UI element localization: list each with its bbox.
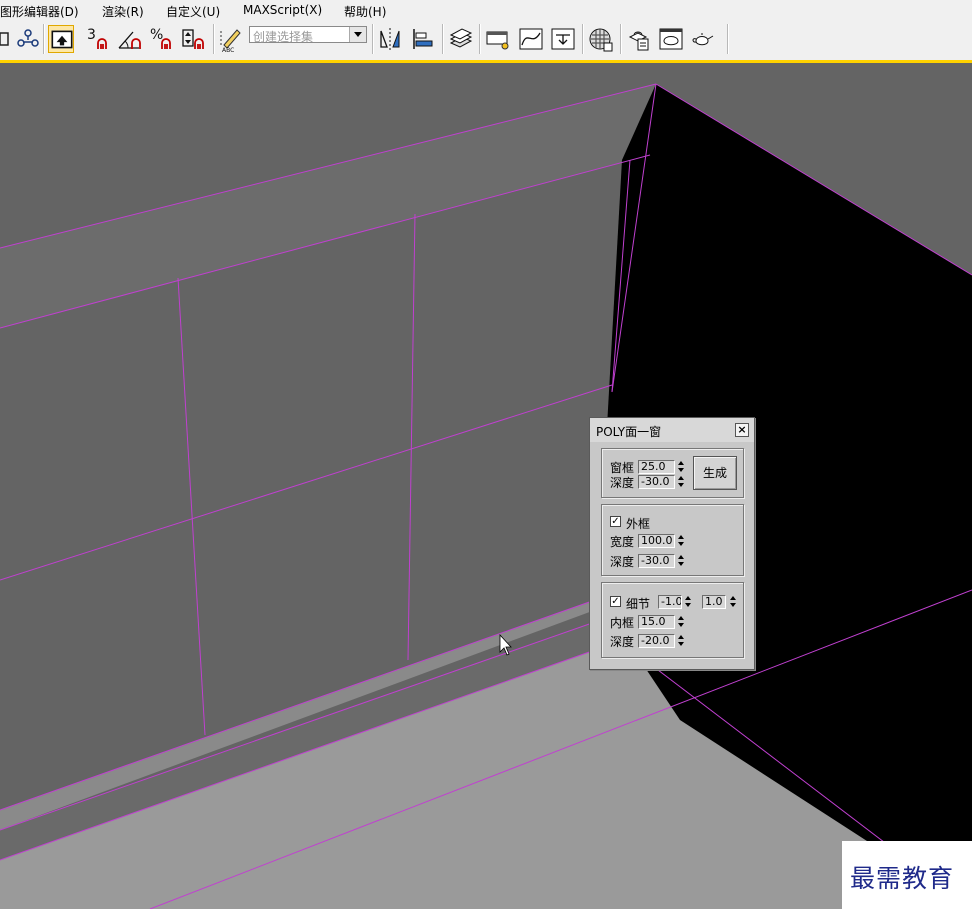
select-object-icon[interactable] — [48, 25, 74, 53]
chevron-down-icon[interactable] — [349, 27, 366, 42]
curve-editor-icon[interactable] — [518, 25, 544, 53]
depth-label: 深度 — [610, 476, 635, 490]
depth-label: 深度 — [610, 635, 635, 649]
main-toolbar: 3 % ABC 创建选择集 — [0, 20, 972, 60]
rendered-frame-icon[interactable] — [658, 25, 684, 53]
named-selection-set-dropdown[interactable]: 创建选择集 — [249, 26, 367, 44]
graphite-ribbon-icon[interactable] — [485, 25, 511, 53]
mirror-icon[interactable] — [377, 25, 403, 53]
menu-graph-editors[interactable]: 图形编辑器(D) — [0, 3, 79, 20]
perspective-viewport[interactable] — [0, 63, 972, 909]
angle-snap-icon[interactable] — [116, 25, 142, 53]
detail-scale-field[interactable]: 1.0 — [702, 595, 726, 609]
width-label: 宽度 — [610, 535, 635, 549]
depth-field[interactable]: -20.0 — [638, 634, 675, 648]
inner-frame-field[interactable]: 15.0 — [638, 615, 675, 629]
spinner-snap-icon[interactable] — [181, 25, 207, 53]
inner-frame-label: 内框 — [610, 616, 635, 630]
depth-field[interactable]: -30.0 — [638, 554, 675, 568]
frame-field[interactable]: 25.0 — [638, 460, 675, 474]
menu-bar: 图形编辑器(D) 渲染(R) 自定义(U) MAXScript(X) 帮助(H) — [0, 0, 972, 20]
toolbar-separator — [213, 24, 215, 54]
render-teapot-icon[interactable] — [690, 25, 716, 53]
outer-frame-checkbox[interactable]: ✓ — [610, 516, 621, 527]
detail-scale-spinner[interactable] — [729, 595, 737, 609]
percent-snap-icon[interactable]: % — [148, 25, 174, 53]
select-link-icon[interactable] — [0, 25, 12, 53]
selection-set-placeholder: 创建选择集 — [253, 30, 314, 44]
depth-label: 深度 — [610, 555, 635, 569]
detail-checkbox[interactable]: ✓ — [610, 596, 621, 607]
detail-offset-spinner[interactable] — [684, 595, 692, 609]
toolbar-separator — [372, 24, 374, 54]
outer-frame-label: 外框 — [626, 517, 651, 531]
percent-snap-label: % — [150, 27, 163, 43]
depth-field[interactable]: -30.0 — [638, 475, 675, 489]
watermark: 最需教育 — [842, 841, 972, 909]
render-setup-icon[interactable] — [626, 25, 652, 53]
poly-window-dialog: POLY面一窗 × 窗框 25.0 深度 -30.0 生成 ✓ 外框 宽度 10… — [589, 417, 755, 670]
depth-spinner[interactable] — [677, 634, 685, 648]
close-icon[interactable]: × — [735, 423, 749, 437]
toolbar-separator — [620, 24, 622, 54]
align-icon[interactable] — [410, 25, 436, 53]
frame-spinner[interactable] — [677, 460, 685, 474]
snap-3d-icon[interactable]: 3 — [85, 25, 111, 53]
menu-customize[interactable]: 自定义(U) — [166, 3, 220, 20]
menu-help[interactable]: 帮助(H) — [344, 3, 386, 20]
unlink-icon[interactable] — [15, 25, 41, 53]
schematic-view-icon[interactable] — [550, 25, 576, 53]
snap-3d-label: 3 — [87, 27, 96, 43]
depth-spinner[interactable] — [677, 475, 685, 489]
material-editor-icon[interactable] — [588, 25, 614, 53]
toolbar-separator — [43, 24, 45, 54]
generate-button[interactable]: 生成 — [693, 456, 737, 490]
edit-named-selection-icon[interactable]: ABC — [219, 25, 245, 53]
detail-label: 细节 — [626, 597, 651, 611]
layer-manager-icon[interactable] — [448, 25, 474, 53]
depth-spinner[interactable] — [677, 554, 685, 568]
toolbar-separator — [479, 24, 481, 54]
toolbar-separator — [442, 24, 444, 54]
menu-rendering[interactable]: 渲染(R) — [102, 3, 144, 20]
toolbar-separator — [582, 24, 584, 54]
detail-offset-field[interactable]: -1.0 — [658, 595, 682, 609]
viewport-scene — [0, 63, 972, 909]
inner-frame-spinner[interactable] — [677, 615, 685, 629]
menu-maxscript[interactable]: MAXScript(X) — [243, 3, 322, 17]
width-field[interactable]: 100.0 — [638, 534, 675, 548]
watermark-text: 最需教育 — [850, 864, 955, 893]
svg-text:ABC: ABC — [222, 47, 234, 53]
dialog-title-bar[interactable]: POLY面一窗 × — [590, 418, 754, 442]
toolbar-separator — [727, 24, 729, 54]
dialog-title: POLY面一窗 — [596, 425, 662, 439]
width-spinner[interactable] — [677, 534, 685, 548]
